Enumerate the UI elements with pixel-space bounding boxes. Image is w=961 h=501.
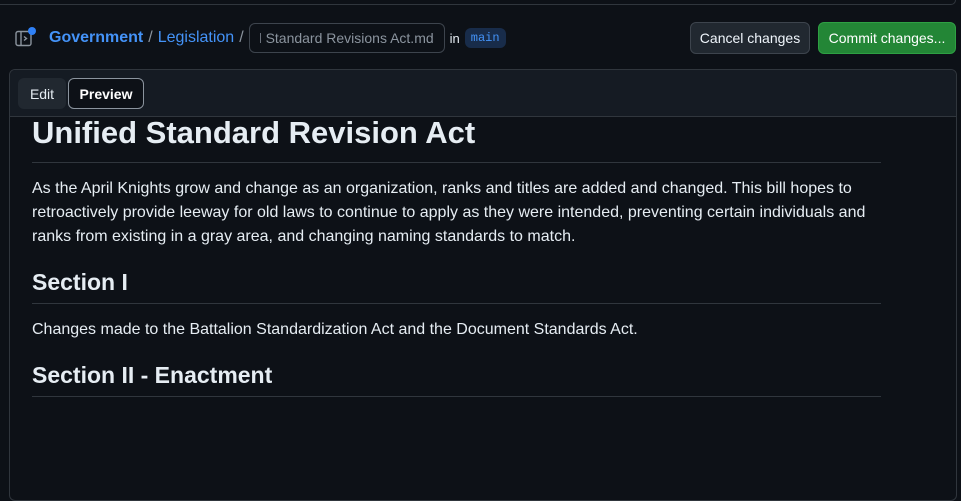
tab-preview[interactable]: Preview — [68, 78, 144, 109]
markdown-preview: Unified Standard Revision Act As the Apr… — [32, 114, 881, 397]
in-label: in — [449, 30, 460, 46]
sidebar-expand-icon[interactable] — [15, 27, 37, 49]
filename-input[interactable] — [248, 23, 445, 53]
section-heading: Section I — [32, 267, 881, 304]
editor-header: Government / Legislation / in main Cance… — [0, 20, 961, 56]
editor-tabbar: Edit Preview — [10, 70, 956, 117]
breadcrumb: Government / Legislation / in main — [49, 20, 506, 56]
breadcrumb-repo-link[interactable]: Government — [49, 29, 143, 47]
branch-badge: main — [464, 28, 506, 48]
intro-paragraph: As the April Knights grow and change as … — [32, 180, 866, 245]
breadcrumb-folder-link[interactable]: Legislation — [158, 29, 235, 47]
breadcrumb-separator: / — [148, 29, 153, 46]
section-paragraph: Changes made to the Battalion Standardiz… — [32, 321, 638, 338]
tab-edit[interactable]: Edit — [18, 78, 66, 109]
cancel-changes-button[interactable]: Cancel changes — [690, 22, 810, 54]
section-heading: Section II - Enactment — [32, 360, 881, 397]
document-title: Unified Standard Revision Act — [32, 114, 881, 163]
top-panel-edge — [0, 0, 956, 5]
commit-changes-button[interactable]: Commit changes... — [818, 22, 956, 54]
notification-dot — [28, 27, 36, 35]
breadcrumb-separator: / — [239, 29, 244, 46]
